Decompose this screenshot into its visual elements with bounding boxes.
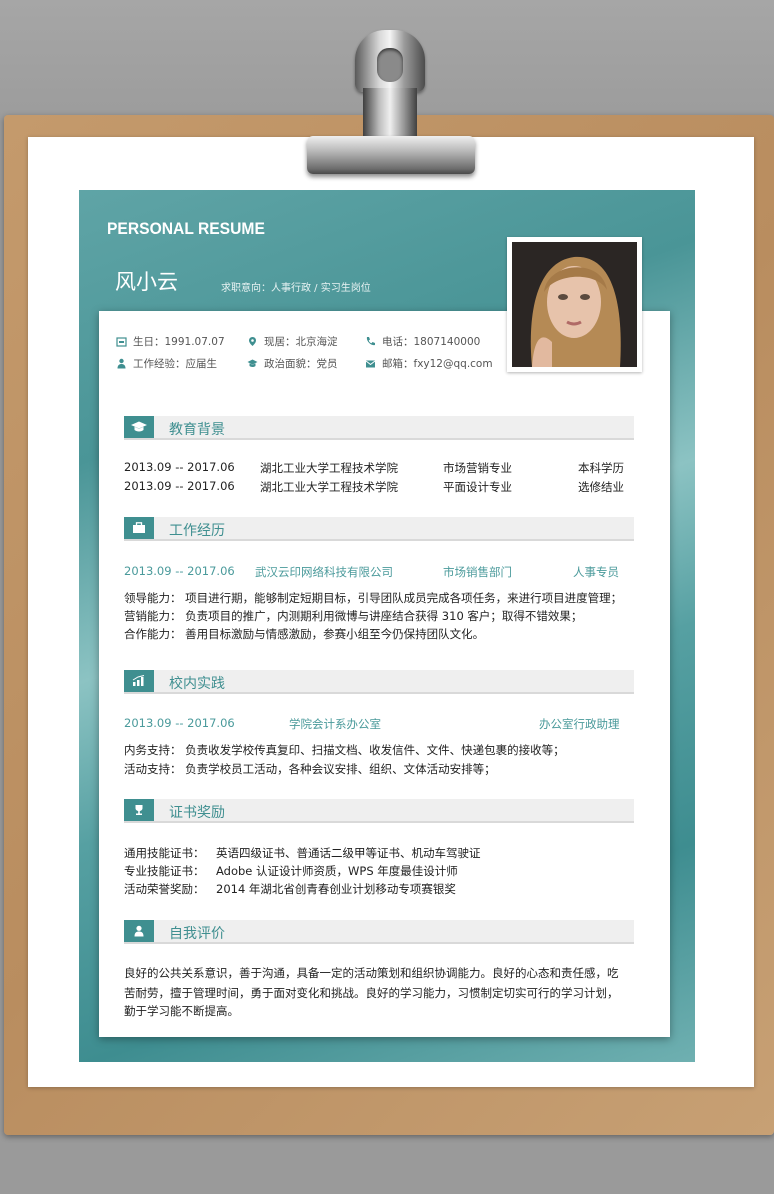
trophy-icon bbox=[124, 799, 154, 821]
location-pin-icon bbox=[249, 337, 256, 346]
award-label: 活动荣誉奖励： bbox=[124, 882, 205, 896]
education-school: 湖北工业大学工程技术学院 bbox=[260, 461, 398, 475]
birthday-info: 生日：1991.07.07 bbox=[116, 334, 225, 349]
section-title: 校内实践 bbox=[169, 676, 225, 692]
campus-role: 办公室行政助理 bbox=[539, 717, 620, 731]
work-line: 合作能力： 善用目标激励与情感激励，参赛小组至今仍保持团队文化。 bbox=[124, 627, 485, 641]
education-school: 湖北工业大学工程技术学院 bbox=[260, 480, 398, 494]
campus-line: 活动支持： 负责学校员工活动，各种会议安排、组织、文体活动安排等； bbox=[124, 762, 496, 776]
binder-clip-base bbox=[307, 136, 475, 174]
campus-line: 内务支持： 负责收发学校传真复印、扫描文档、收发信件、文件、快递包裹的接收等； bbox=[124, 743, 565, 757]
education-major: 平面设计专业 bbox=[443, 480, 512, 494]
award-label: 通用技能证书： bbox=[124, 846, 205, 860]
email-text: 邮箱：fxy12@qq.com bbox=[382, 358, 493, 370]
work-dept: 市场销售部门 bbox=[443, 565, 512, 579]
award-value: Adobe 认证设计师资质，WPS 年度最佳设计师 bbox=[216, 864, 458, 878]
section-title: 自我评价 bbox=[169, 926, 225, 942]
briefcase-icon bbox=[124, 517, 154, 539]
politics-info: 政治面貌：党员 bbox=[247, 356, 338, 371]
birthday-text: 生日：1991.07.07 bbox=[133, 336, 225, 348]
person-icon bbox=[117, 358, 126, 369]
residence-info: 现居：北京海淀 bbox=[247, 334, 338, 349]
education-degree: 选修结业 bbox=[578, 480, 624, 494]
self-eval-line: 勤于学习能不断提高。 bbox=[124, 1004, 239, 1018]
campus-org: 学院会计系办公室 bbox=[289, 717, 381, 731]
campus-period: 2013.09 -- 2017.06 bbox=[124, 716, 235, 730]
award-value: 2014 年湖北省创青春创业计划移动专项赛银奖 bbox=[216, 882, 456, 896]
section-header-education: 教育背景 bbox=[124, 416, 634, 440]
section-title: 证书奖励 bbox=[169, 805, 225, 821]
section-header-awards: 证书奖励 bbox=[124, 799, 634, 823]
calendar-icon bbox=[116, 337, 127, 347]
education-period: 2013.09 -- 2017.06 bbox=[124, 479, 235, 493]
section-header-self: 自我评价 bbox=[124, 920, 634, 944]
phone-icon bbox=[366, 337, 375, 346]
award-value: 英语四级证书、普通话二级甲等证书、机动车驾驶证 bbox=[216, 846, 481, 860]
section-header-campus: 校内实践 bbox=[124, 670, 634, 694]
education-major: 市场营销专业 bbox=[443, 461, 512, 475]
work-period: 2013.09 -- 2017.06 bbox=[124, 564, 235, 578]
job-intent: 求职意向：人事行政 / 实习生岗位 bbox=[221, 283, 371, 294]
graduation-cap-icon bbox=[247, 359, 258, 367]
section-title: 工作经历 bbox=[169, 523, 225, 539]
residence-text: 现居：北京海淀 bbox=[264, 336, 338, 348]
page-title: PERSONAL RESUME bbox=[107, 219, 265, 238]
education-degree: 本科学历 bbox=[578, 461, 624, 475]
portrait-photo bbox=[512, 242, 637, 367]
experience-text: 工作经验：应届生 bbox=[133, 358, 217, 370]
candidate-name: 风小云 bbox=[115, 270, 178, 294]
self-eval-line: 良好的公共关系意识，善于沟通，具备一定的活动策划和组织协调能力。良好的心态和责任… bbox=[124, 966, 619, 980]
work-role: 人事专员 bbox=[573, 565, 619, 579]
phone-info: 电话：1807140000 bbox=[365, 334, 480, 349]
phone-text: 电话：1807140000 bbox=[382, 336, 481, 348]
politics-text: 政治面貌：党员 bbox=[264, 358, 338, 370]
work-line: 领导能力： 项目进行期，能够制定短期目标，引导团队成员完成各项任务，来进行项目进… bbox=[124, 591, 623, 605]
binder-clip-hole bbox=[377, 48, 403, 82]
education-period: 2013.09 -- 2017.06 bbox=[124, 460, 235, 474]
experience-info: 工作经验：应届生 bbox=[116, 356, 217, 371]
self-eval-line: 苦耐劳，擅于管理时间，勇于面对变化和挑战。良好的学习能力，习惯制定切实可行的学习… bbox=[124, 986, 619, 1000]
user-icon bbox=[124, 920, 154, 942]
award-label: 专业技能证书： bbox=[124, 864, 205, 878]
section-title: 教育背景 bbox=[169, 422, 225, 438]
work-line: 营销能力： 负责项目的推广，内测期利用微博与讲座结合获得 310 客户；取得不错… bbox=[124, 609, 583, 623]
avatar bbox=[507, 237, 642, 372]
work-company: 武汉云印网络科技有限公司 bbox=[255, 565, 393, 579]
email-info: 邮箱：fxy12@qq.com bbox=[365, 356, 493, 371]
section-header-work: 工作经历 bbox=[124, 517, 634, 541]
binder-clip-neck bbox=[363, 88, 417, 138]
bar-chart-icon bbox=[124, 670, 154, 692]
graduation-cap-icon bbox=[124, 416, 154, 438]
mail-icon bbox=[365, 360, 376, 368]
